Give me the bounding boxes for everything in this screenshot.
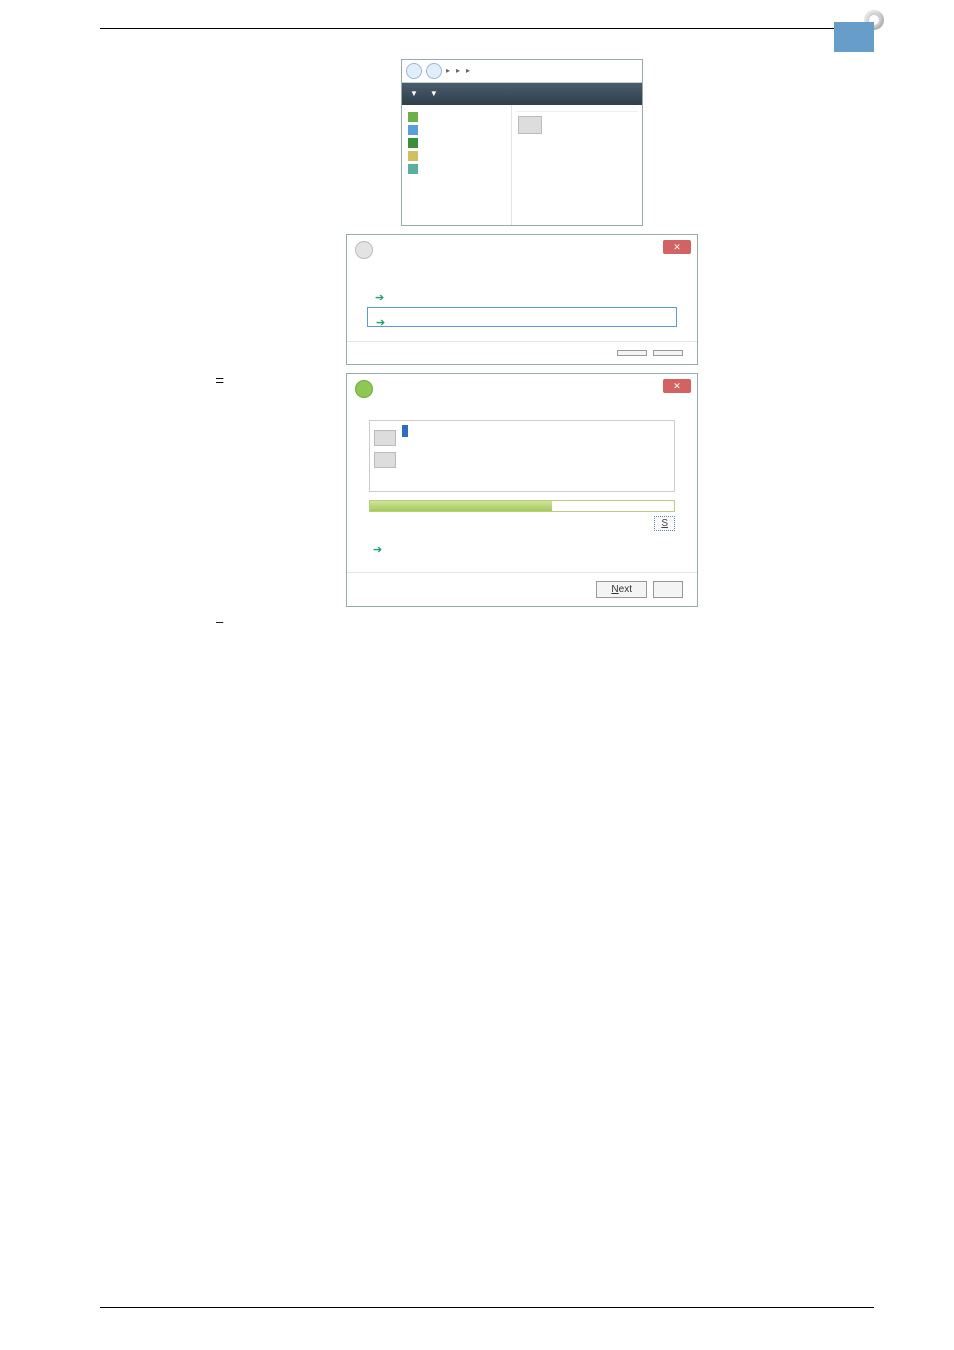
arrow-icon: ➔ bbox=[373, 544, 382, 556]
fav-link-pictures[interactable] bbox=[408, 125, 505, 135]
col-documents[interactable] bbox=[572, 107, 630, 111]
explorer-window: ▸ ▸ ▸ ▼ ▼ bbox=[401, 59, 643, 226]
printer-icon bbox=[518, 116, 542, 134]
col-name[interactable] bbox=[516, 107, 572, 111]
dialog-heading bbox=[347, 265, 697, 277]
toolbar: ▼ ▼ bbox=[402, 83, 642, 105]
printer-name bbox=[402, 425, 408, 437]
address-bar: ▸ ▸ ▸ bbox=[402, 60, 642, 83]
music-icon bbox=[408, 138, 418, 148]
option-local-printer[interactable]: ➔ bbox=[367, 283, 677, 301]
search-progress bbox=[369, 500, 675, 512]
close-button[interactable]: ✕ bbox=[663, 240, 691, 254]
not-listed-link[interactable]: ➔ bbox=[373, 543, 671, 558]
back-button[interactable] bbox=[355, 380, 373, 398]
option-network-printer[interactable]: ➔ bbox=[367, 307, 677, 327]
fav-link-music[interactable] bbox=[408, 138, 505, 148]
cancel-button[interactable] bbox=[653, 581, 683, 598]
arrow-icon: ➔ bbox=[376, 316, 385, 331]
printer-list bbox=[512, 105, 642, 225]
close-button[interactable]: ✕ bbox=[663, 379, 691, 393]
toolbar-organize[interactable]: ▼ bbox=[408, 87, 418, 101]
list-item[interactable] bbox=[374, 425, 670, 450]
col-status[interactable] bbox=[630, 107, 638, 111]
recent-icon bbox=[408, 151, 418, 161]
toolbar-views[interactable]: ▼ bbox=[428, 87, 438, 101]
select-printer-dialog: ✕ bbox=[346, 373, 698, 607]
list-item[interactable] bbox=[374, 452, 670, 468]
fav-link-searches[interactable] bbox=[408, 164, 505, 174]
printer-icon bbox=[374, 430, 396, 446]
arrow-icon: ➔ bbox=[375, 291, 384, 306]
cancel-button[interactable] bbox=[653, 350, 683, 356]
search-icon bbox=[408, 164, 418, 174]
add-printer-dialog: ✕ ➔ ➔ bbox=[346, 234, 698, 365]
fav-link-recent[interactable] bbox=[408, 151, 505, 161]
dialog-heading bbox=[347, 404, 697, 416]
nav-back-button[interactable] bbox=[406, 63, 422, 79]
printer-row[interactable] bbox=[516, 112, 638, 138]
next-button[interactable] bbox=[617, 350, 647, 356]
next-button[interactable]: Next bbox=[596, 581, 647, 598]
documents-icon bbox=[408, 112, 418, 122]
printer-list bbox=[369, 420, 675, 492]
breadcrumb[interactable]: ▸ ▸ ▸ bbox=[446, 65, 473, 76]
printer-icon bbox=[374, 452, 396, 468]
back-button[interactable] bbox=[355, 241, 373, 259]
fav-link-documents[interactable] bbox=[408, 112, 505, 122]
pictures-icon bbox=[408, 125, 418, 135]
page-footer bbox=[100, 1307, 874, 1310]
chapter-badge bbox=[834, 22, 874, 52]
favorites-panel bbox=[402, 105, 512, 225]
nav-forward-button[interactable] bbox=[426, 63, 442, 79]
page-header bbox=[100, 26, 874, 29]
search-again-button[interactable]: S bbox=[654, 516, 675, 531]
